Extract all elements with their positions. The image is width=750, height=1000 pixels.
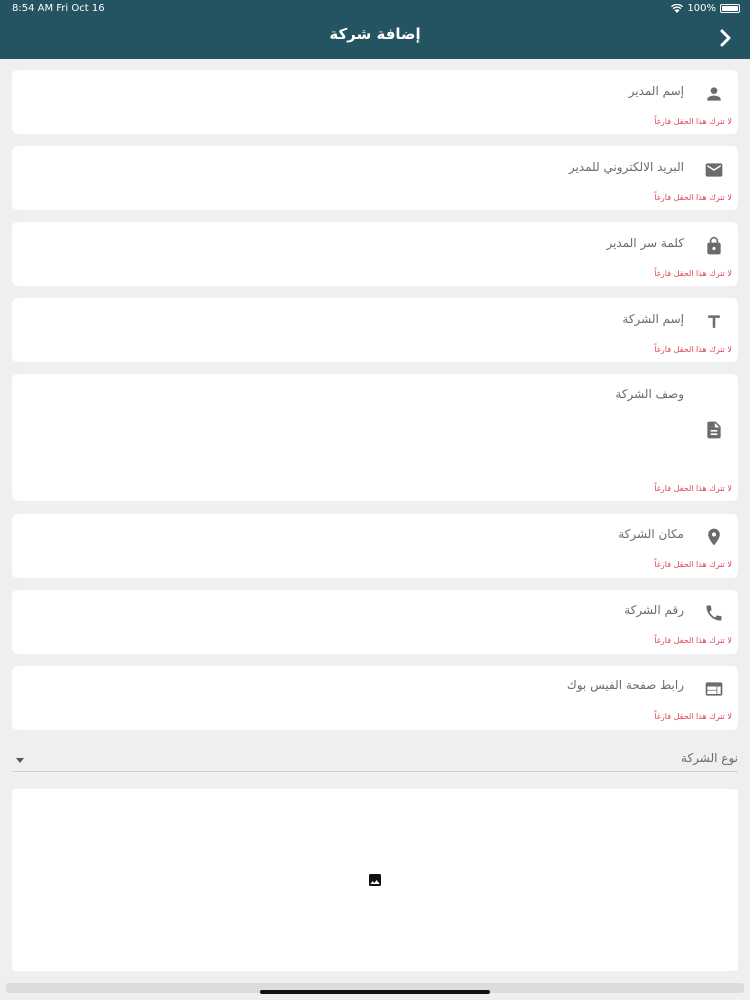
status-indicators: 100% [671,3,740,14]
field-label: وصف الشركة [615,387,684,401]
company-location-field[interactable]: مكان الشركة لا تترك هذا الحقل فارغاً [12,514,738,578]
app-bar: 8:54 AM Fri Oct 16 100% إضافة شركة [0,0,750,59]
location-pin-icon [708,528,720,546]
error-message: لا تترك هذا الحقل فارغاً [654,636,732,645]
manager-password-field[interactable]: كلمة سر المدير لا تترك هذا الحقل فارغاً [12,222,738,286]
lock-icon [707,236,721,255]
field-label: إسم المدير [628,84,684,98]
image-icon[interactable] [367,872,383,888]
page-title: إضافة شركة [329,25,421,43]
company-description-field[interactable]: وصف الشركة لا تترك هذا الحقل فارغاً [12,374,738,501]
text-icon [708,315,720,328]
back-chevron-icon[interactable] [716,28,736,48]
error-message: لا تترك هذا الحقل فارغاً [654,269,732,278]
status-time: 8:54 AM Fri Oct 16 [12,3,105,14]
image-picker[interactable] [12,789,738,971]
manager-name-field[interactable]: إسم المدير لا تترك هذا الحقل فارغاً [12,70,738,134]
company-phone-field[interactable]: رقم الشركة لا تترك هذا الحقل فارغاً [12,590,738,654]
person-icon [707,87,721,101]
field-label: إسم الشركة [622,312,684,326]
error-message: لا تترك هذا الحقل فارغاً [654,193,732,202]
error-message: لا تترك هذا الحقل فارغاً [654,560,732,569]
error-message: لا تترك هذا الحقل فارغاً [654,345,732,354]
document-icon [707,421,721,439]
battery-icon [720,4,740,13]
manager-email-field[interactable]: البريد الالكتروني للمدير لا تترك هذا الح… [12,146,738,210]
error-message: لا تترك هذا الحقل فارغاً [654,484,732,493]
wifi-icon [671,4,684,13]
error-message: لا تترك هذا الحقل فارغاً [654,712,732,721]
dropdown-arrow-icon[interactable] [16,758,24,763]
field-label: رقم الشركة [624,603,684,617]
company-type-dropdown[interactable]: نوع الشركة [12,748,738,772]
field-label: البريد الالكتروني للمدير [568,160,684,174]
battery-percent: 100% [687,3,716,14]
web-page-icon [705,682,723,696]
field-label: كلمة سر المدير [606,236,684,250]
facebook-link-field[interactable]: رابط صفحة الفيس بوك لا تترك هذا الحقل فا… [12,666,738,730]
dropdown-label: نوع الشركة [681,751,738,765]
field-label: مكان الشركة [618,527,684,541]
phone-icon [706,605,722,621]
company-name-field[interactable]: إسم الشركة لا تترك هذا الحقل فارغاً [12,298,738,362]
home-indicator[interactable] [260,990,490,994]
error-message: لا تترك هذا الحقل فارغاً [654,117,732,126]
field-label: رابط صفحة الفيس بوك [566,678,684,692]
email-icon [705,163,723,177]
